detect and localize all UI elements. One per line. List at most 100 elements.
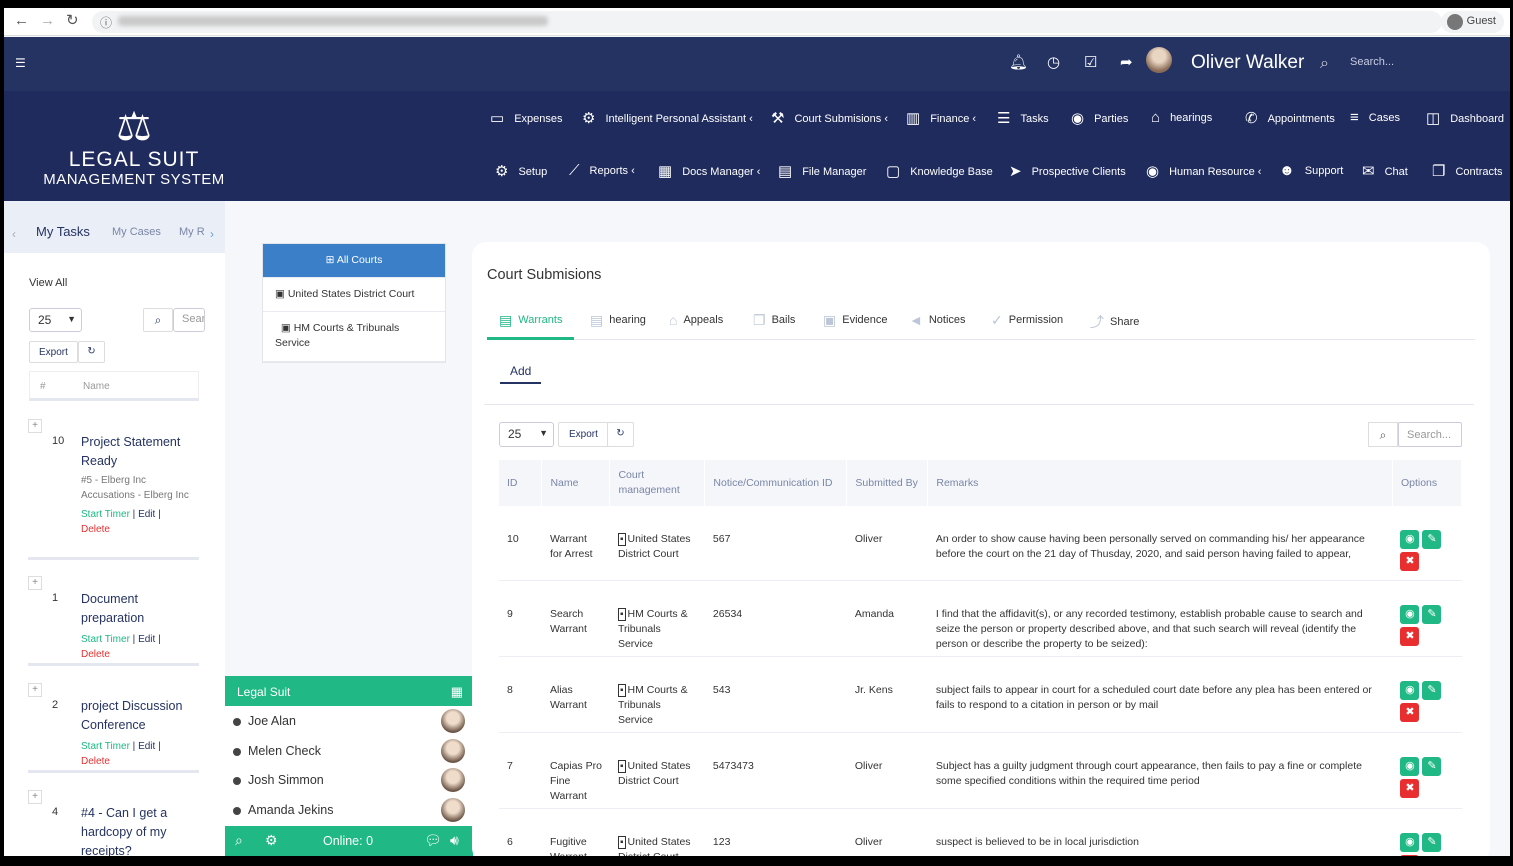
edit-link[interactable]: Edit	[138, 634, 155, 645]
page-size-select[interactable]: 25 ▼	[29, 308, 82, 332]
back-arrow-icon[interactable]: ←	[14, 13, 29, 29]
tab-appeals[interactable]: ⌂ Appeals	[669, 312, 723, 328]
tab-share[interactable]: ⤴ Share	[1090, 312, 1139, 332]
nav-item-human-resource[interactable]: ◉ Human Resource ‹	[1146, 162, 1261, 180]
court-us-district[interactable]: ▣ United States District Court	[263, 278, 445, 312]
nav-item-chat[interactable]: ✉ Chat	[1362, 162, 1408, 180]
nav-item-intelligent-personal-assistant[interactable]: ⚙ Intelligent Personal Assistant ‹	[582, 109, 753, 127]
nav-item-parties[interactable]: ◉ Parties	[1071, 109, 1128, 127]
task-title[interactable]: project Discussion Conference	[81, 697, 196, 735]
refresh-icon[interactable]: ↻	[78, 341, 105, 363]
edit-icon[interactable]: ✎	[1422, 530, 1442, 549]
chat-user[interactable]: Melen Check	[225, 736, 473, 766]
top-search-input[interactable]	[1350, 50, 1500, 74]
task-title[interactable]: #4 - Can I get a hardcopy of my receipts…	[81, 804, 196, 856]
search-icon[interactable]: ⌕	[1368, 422, 1398, 447]
nav-item-support[interactable]: ☻ Support	[1279, 162, 1343, 179]
court-hm-courts[interactable]: ▣ HM Courts & Tribunals Service	[263, 312, 445, 362]
tab-evidence[interactable]: ▣ Evidence	[823, 312, 888, 329]
expand-plus-icon[interactable]: +	[28, 683, 42, 697]
expand-plus-icon[interactable]: +	[28, 790, 42, 804]
guest-profile-button[interactable]: Guest	[1440, 11, 1504, 33]
delete-x-icon[interactable]: ✖	[1400, 552, 1420, 571]
logo[interactable]: ⚖ LEGAL SUIT MANAGEMENT SYSTEM	[34, 105, 234, 195]
tab-my-tasks[interactable]: My Tasks	[36, 224, 90, 239]
tab-bails[interactable]: ❐ Bails	[753, 312, 795, 329]
export-button[interactable]: Export	[29, 341, 78, 363]
chat-header[interactable]: Legal Suit ▦	[225, 676, 473, 706]
start-timer-link[interactable]: Start Timer	[81, 634, 130, 645]
check-square-icon[interactable]: ☑	[1084, 55, 1097, 71]
eye-icon[interactable]: ◉	[1400, 756, 1420, 776]
chat-user[interactable]: Amanda Jekins	[225, 795, 473, 825]
nav-item-dashboard[interactable]: ◫ Dashboard	[1426, 109, 1504, 127]
nav-item-setup[interactable]: ⚙ Setup	[495, 162, 547, 180]
search-icon[interactable]: ⌕	[1320, 55, 1329, 73]
user-name[interactable]: Oliver Walker	[1191, 52, 1304, 74]
edit-link[interactable]: Edit	[138, 741, 155, 752]
table-search-input[interactable]	[1398, 422, 1462, 447]
volume-icon[interactable]: 🔊︎	[450, 832, 459, 849]
tab-my-cases[interactable]: My Cases	[112, 226, 161, 238]
hamburger-menu-icon[interactable]: ☰	[15, 56, 26, 70]
expand-plus-icon[interactable]: +	[28, 419, 42, 433]
clock-icon[interactable]: ◷	[1047, 55, 1060, 71]
nav-item-expenses[interactable]: ▭ Expenses	[490, 109, 563, 127]
nav-item-appointments[interactable]: ✆ Appointments	[1245, 109, 1335, 127]
task-title[interactable]: Project Statement Ready	[81, 433, 196, 471]
delete-link[interactable]: Delete	[81, 649, 110, 660]
eye-icon[interactable]: ◉	[1400, 530, 1420, 549]
nav-item-cases[interactable]: ≡ Cases	[1350, 109, 1400, 126]
nav-item-contracts[interactable]: ❐ Contracts	[1432, 162, 1503, 180]
tab-my-r[interactable]: My R	[179, 226, 205, 238]
edit-link[interactable]: Edit	[138, 509, 155, 520]
chat-user[interactable]: Joe Alan	[225, 706, 473, 736]
nav-item-court-submisions[interactable]: ⚒ Court Submisions ‹	[771, 109, 888, 127]
view-all-link[interactable]: View All	[29, 277, 67, 289]
search-icon[interactable]: ⌕	[143, 308, 173, 332]
nav-item-finance[interactable]: ▥ Finance ‹	[906, 109, 976, 127]
column-header[interactable]: Remarks	[927, 460, 1393, 506]
nav-item-tasks[interactable]: ☰ Tasks	[997, 109, 1049, 127]
delete-link[interactable]: Delete	[81, 524, 110, 535]
edit-icon[interactable]: ✎	[1422, 680, 1442, 700]
delete-x-icon[interactable]: ✖	[1400, 702, 1420, 722]
delete-x-icon[interactable]: ✖	[1400, 626, 1420, 646]
column-header[interactable]: ID	[499, 460, 543, 506]
grid-icon[interactable]: ▦	[451, 684, 463, 700]
chat-user[interactable]: Josh Simmon	[225, 765, 473, 795]
refresh-icon[interactable]: ↻	[607, 422, 634, 447]
nav-item-reports[interactable]: ⟋ Reports ‹	[569, 162, 635, 179]
delete-link[interactable]: Delete	[81, 756, 110, 767]
column-header[interactable]: Name	[541, 460, 611, 506]
cog-icon[interactable]: ⚙	[265, 832, 278, 849]
eye-icon[interactable]: ◉	[1400, 832, 1420, 852]
eye-icon[interactable]: ◉	[1400, 604, 1420, 624]
delete-x-icon[interactable]: ✖	[1400, 854, 1420, 856]
nav-item-hearings[interactable]: ⌂ hearings	[1151, 109, 1212, 126]
table-page-size-select[interactable]: 25 ▼	[499, 422, 554, 447]
add-button[interactable]: Add	[500, 360, 542, 384]
info-icon[interactable]: ⓘ	[100, 14, 112, 31]
court-all-courts[interactable]: ⊞ All Courts	[263, 244, 445, 278]
nav-item-knowledge-base[interactable]: ▢ Knowledge Base	[886, 162, 993, 180]
nav-item-prospective-clients[interactable]: ➤ Prospective Clients	[1009, 162, 1126, 180]
column-header[interactable]: Submitted By	[846, 460, 929, 506]
column-header[interactable]: Options	[1392, 460, 1463, 506]
address-bar[interactable]: ⓘ	[92, 11, 1442, 33]
reload-icon[interactable]: ↻	[66, 13, 79, 29]
edit-icon[interactable]: ✎	[1422, 604, 1442, 624]
user-avatar[interactable]	[1146, 47, 1172, 73]
share-arrow-icon[interactable]: ➦	[1120, 55, 1133, 71]
edit-icon[interactable]: ✎	[1422, 832, 1442, 852]
delete-x-icon[interactable]: ✖	[1400, 778, 1420, 798]
search-icon[interactable]: ⌕	[235, 832, 243, 849]
comments-icon[interactable]: 💬︎	[424, 832, 442, 849]
bell-icon[interactable]: 🔔︎	[1009, 55, 1028, 71]
nav-item-docs-manager[interactable]: ▦ Docs Manager ‹	[658, 162, 760, 180]
expand-plus-icon[interactable]: +	[28, 576, 42, 590]
column-header[interactable]: Notice/Communication ID	[704, 460, 848, 506]
start-timer-link[interactable]: Start Timer	[81, 509, 130, 520]
tab-notices[interactable]: ◄ Notices	[909, 312, 966, 328]
column-header[interactable]: Court management	[609, 460, 706, 506]
